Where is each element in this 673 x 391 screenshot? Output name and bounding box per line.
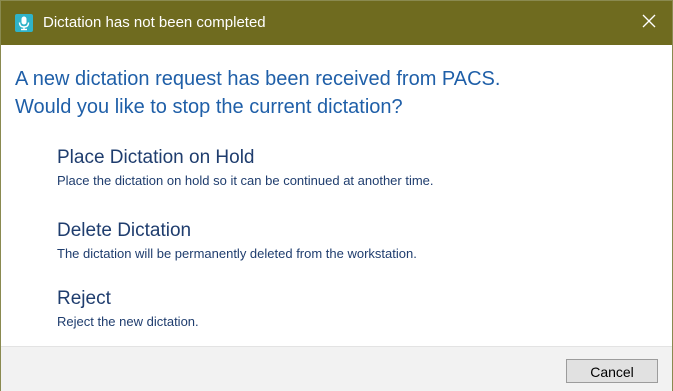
dialog-content: A new dictation request has been receive… xyxy=(1,45,672,345)
option-place-on-hold[interactable]: Place Dictation on Hold Place the dictat… xyxy=(57,146,597,190)
option-title: Delete Dictation xyxy=(57,220,192,241)
cancel-button[interactable]: Cancel xyxy=(566,359,658,383)
main-instruction-line-2: Would you like to stop the current dicta… xyxy=(15,96,403,118)
option-title: Place Dictation on Hold xyxy=(57,147,255,168)
main-instruction: A new dictation request has been receive… xyxy=(15,65,500,121)
close-button[interactable] xyxy=(626,1,672,45)
dictation-dialog: Dictation has not been completed A new d… xyxy=(0,0,673,391)
option-reject[interactable]: Reject Reject the new dictation. xyxy=(57,287,597,331)
window-title: Dictation has not been completed xyxy=(43,14,266,31)
option-description: Place the dictation on hold so it can be… xyxy=(57,173,434,188)
dialog-footer: Cancel xyxy=(1,346,672,391)
option-delete-dictation[interactable]: Delete Dictation The dictation will be p… xyxy=(57,219,597,263)
main-instruction-line-1: A new dictation request has been receive… xyxy=(15,68,501,90)
option-title: Reject xyxy=(57,288,111,309)
microphone-icon xyxy=(15,14,33,32)
option-description: The dictation will be permanently delete… xyxy=(57,246,417,261)
title-bar[interactable]: Dictation has not been completed xyxy=(1,1,672,45)
close-icon xyxy=(642,14,656,33)
option-description: Reject the new dictation. xyxy=(57,314,199,329)
